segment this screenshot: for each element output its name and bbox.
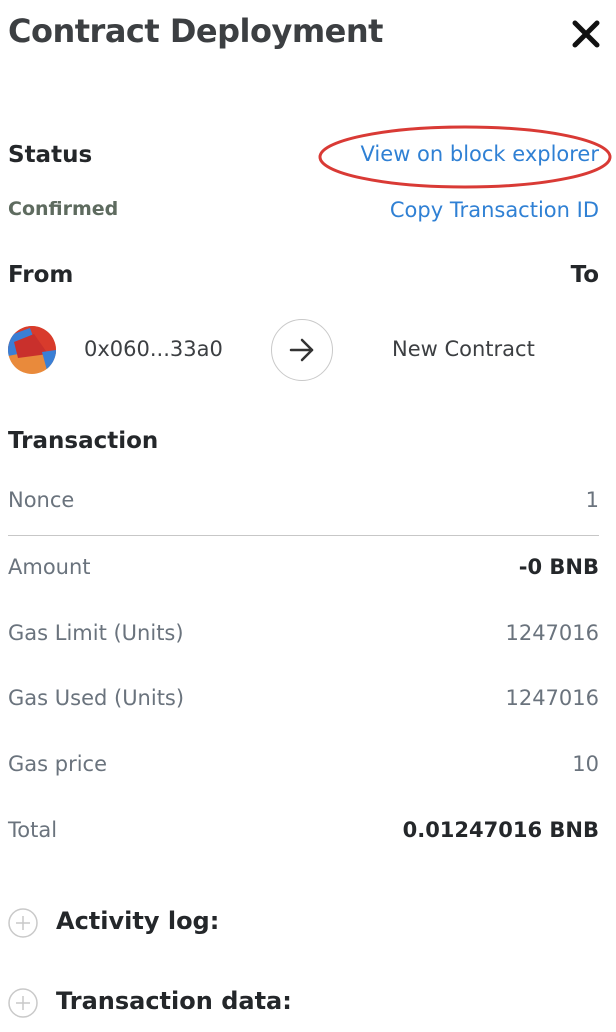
plus-circle-icon [8,908,38,938]
nonce-value: 1 [585,488,599,512]
gas-limit-value: 1247016 [505,621,599,645]
gas-used-value: 1247016 [505,686,599,710]
close-icon [572,20,600,48]
from-address: 0x060...33a0 [84,337,223,361]
jazzicon-avatar [8,326,56,374]
page-title: Contract Deployment [8,12,383,50]
gas-limit-label: Gas Limit (Units) [8,621,184,645]
arrow-right-icon [289,338,314,362]
transaction-data-label: Transaction data: [56,987,292,1015]
gas-price-value: 10 [572,752,599,776]
close-button[interactable] [570,18,602,50]
copy-transaction-id-link[interactable]: Copy Transaction ID [390,198,599,222]
nonce-label: Nonce [8,488,75,512]
highlight-annotation [318,125,612,189]
plus-circle-icon [8,988,38,1018]
status-badge: Confirmed [8,198,119,220]
divider [8,535,599,536]
amount-label: Amount [8,555,91,579]
from-label: From [8,262,74,288]
direction-indicator [271,319,333,381]
total-label: Total [8,818,58,842]
sender-avatar [8,326,56,374]
to-address: New Contract [392,337,535,361]
gas-used-label: Gas Used (Units) [8,686,185,710]
amount-value: -0 BNB [518,555,599,579]
total-value: 0.01247016 BNB [402,818,599,842]
status-label: Status [8,142,93,168]
gas-price-label: Gas price [8,752,108,776]
activity-log-label: Activity log: [56,907,220,935]
to-label: To [570,262,599,288]
transaction-heading: Transaction [8,428,159,454]
